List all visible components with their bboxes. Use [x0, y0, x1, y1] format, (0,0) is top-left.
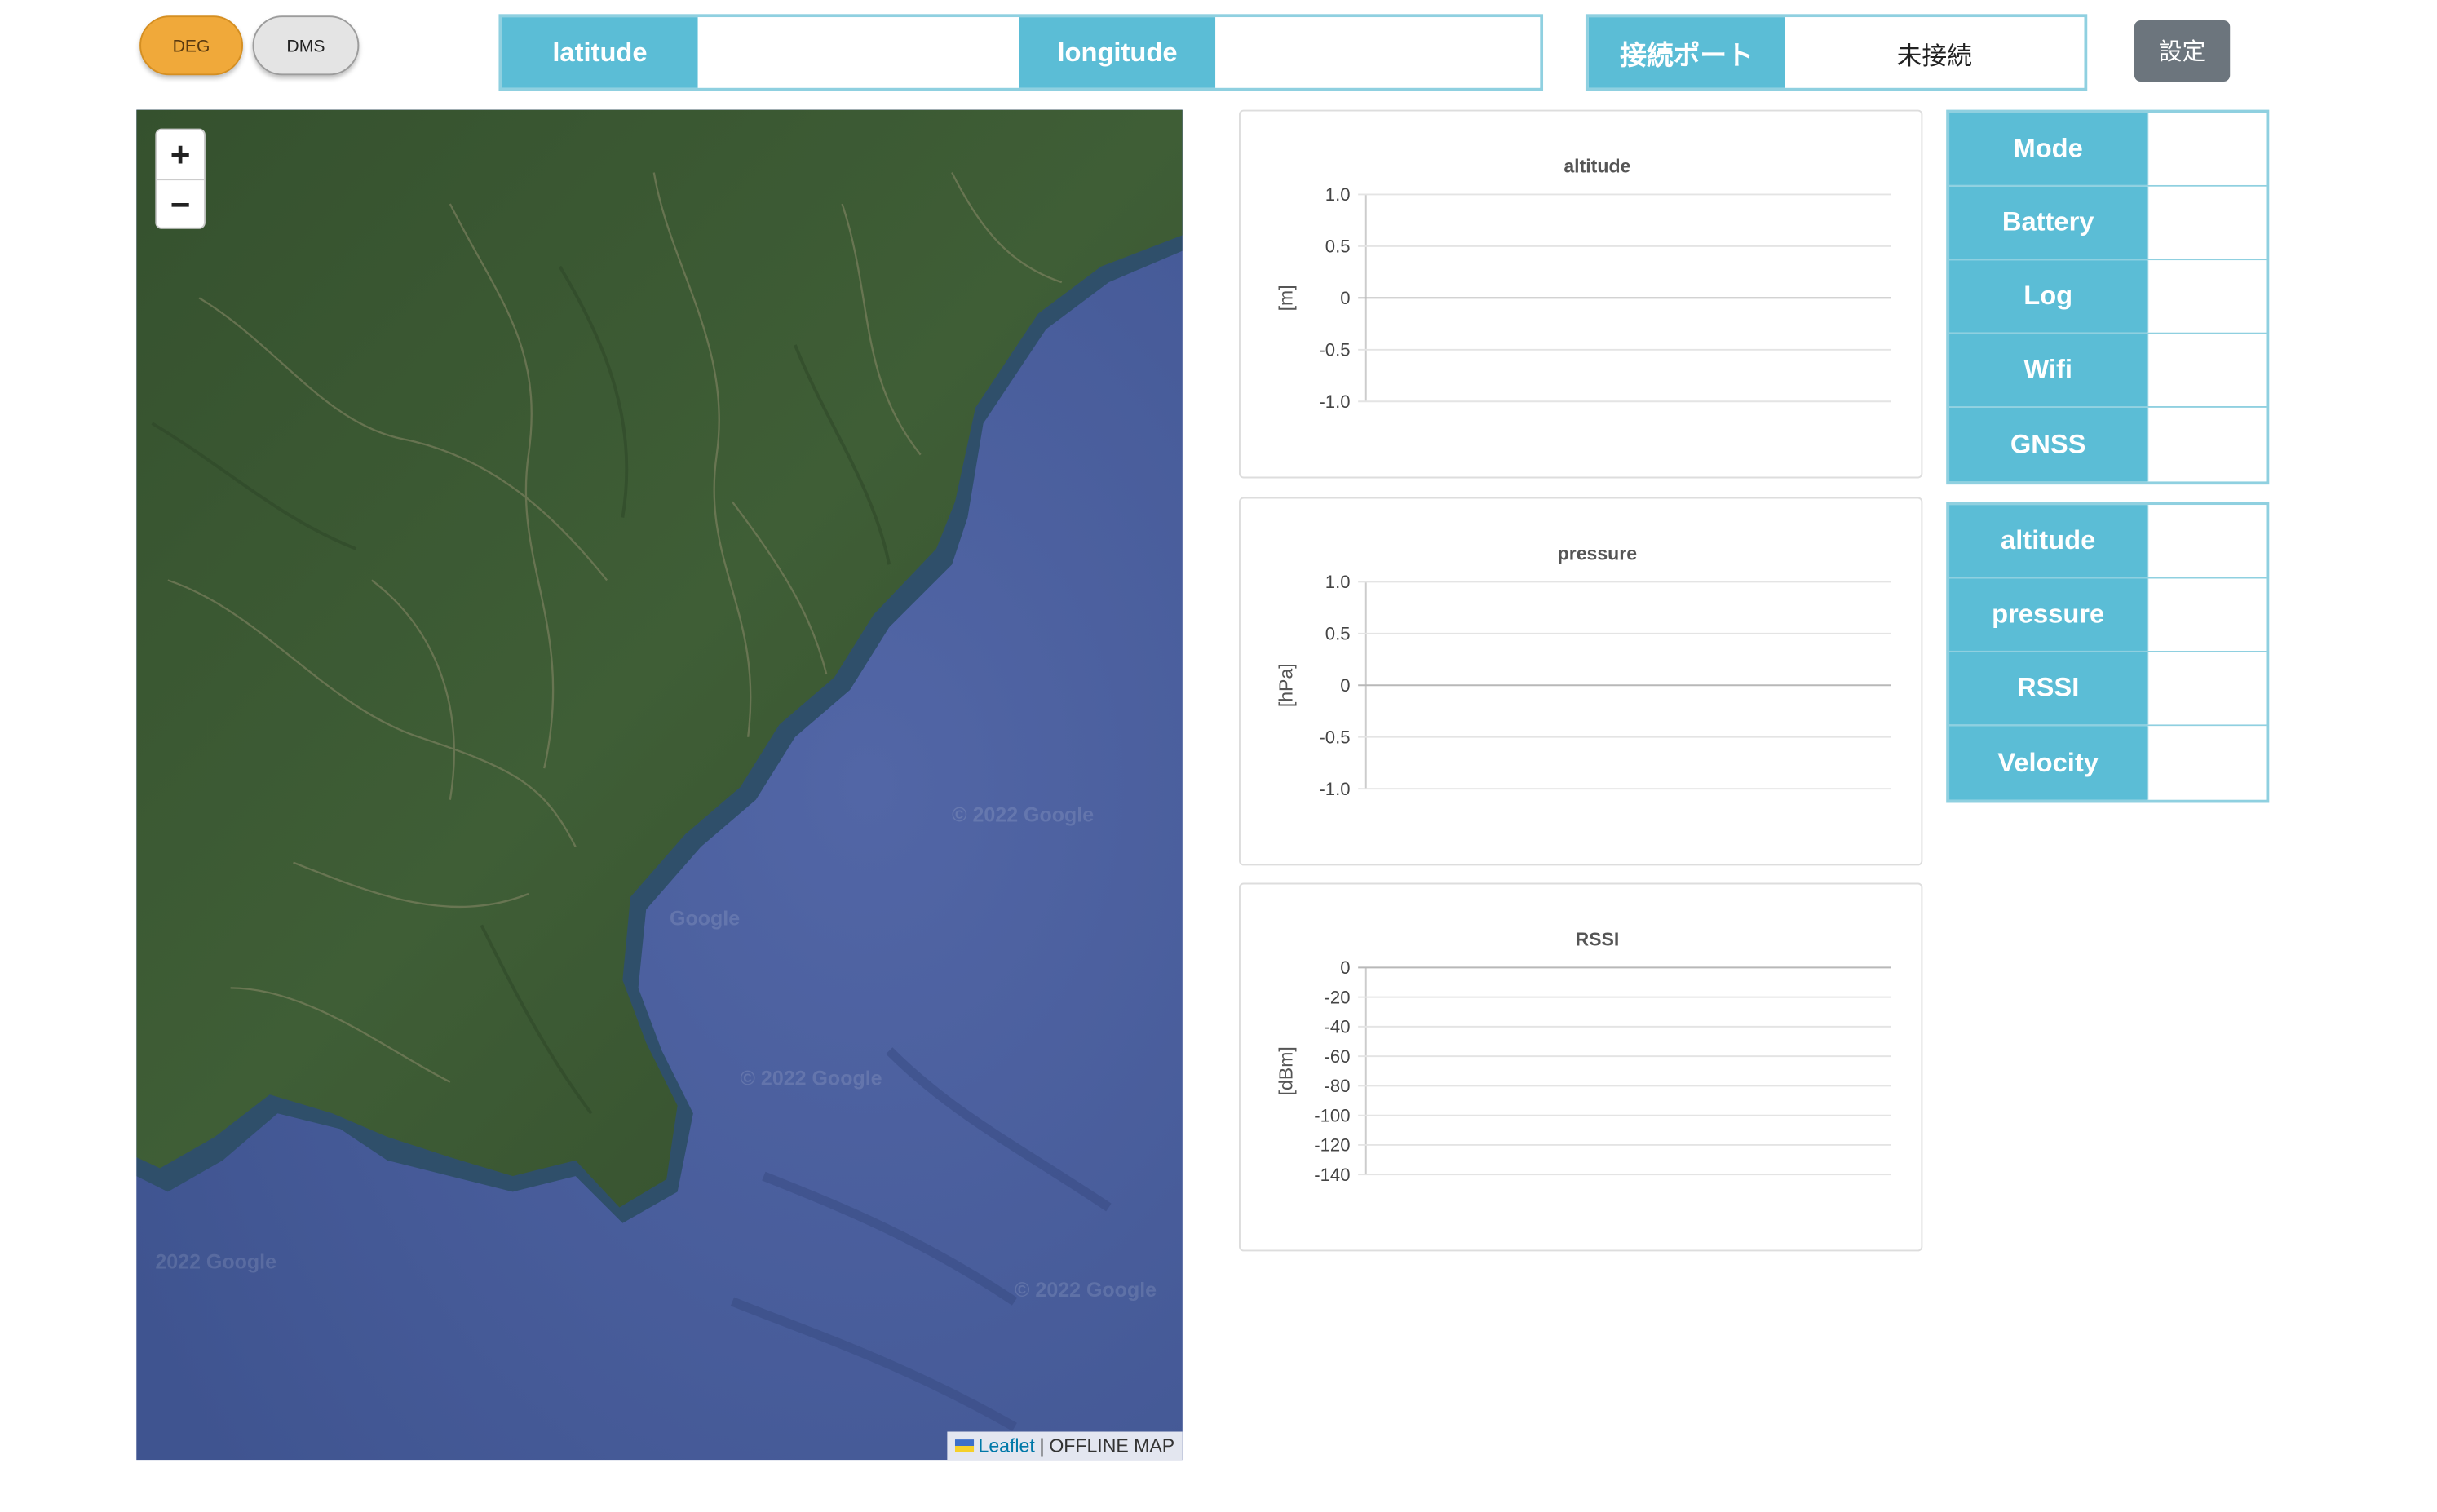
ukraine-flag-icon — [954, 1439, 974, 1452]
status-table: Mode Battery Log Wifi GNSS — [1946, 109, 2270, 485]
chart-y-tick-label: -140 — [1314, 1165, 1350, 1185]
satellite-map[interactable]: © 2022 Google Google © 2022 Google 2022 … — [136, 109, 1183, 1461]
map-watermark: Google — [670, 906, 741, 931]
chart-y-tick-label: -60 — [1325, 1046, 1351, 1067]
settings-button[interactable]: 設定 — [2134, 20, 2231, 82]
chart-y-tick-label: -40 — [1325, 1017, 1351, 1037]
dms-toggle-button[interactable]: DMS — [252, 15, 360, 76]
map-watermark: © 2022 Google — [1015, 1278, 1157, 1302]
attribution-separator: | — [1039, 1435, 1045, 1457]
status-label: Wifi — [1949, 334, 2147, 407]
altitude-chart: altitude [m] 1.0 0.5 0 -0.5 -1.0 — [1239, 109, 1923, 479]
zoom-control: + − — [155, 128, 206, 229]
telemetry-value — [2147, 726, 2267, 800]
status-value — [2147, 407, 2267, 482]
chart-title: RSSI — [1575, 928, 1619, 949]
telemetry-row-pressure: pressure — [1949, 578, 2267, 652]
telemetry-value — [2147, 652, 2267, 725]
coordinate-panel: latitude longitude — [498, 14, 1544, 91]
chart-y-axis-label: [dBm] — [1275, 1046, 1296, 1095]
status-row-wifi: Wifi — [1949, 334, 2267, 408]
chart-y-tick-label: 0.5 — [1325, 624, 1351, 644]
chart-title: pressure — [1558, 542, 1638, 564]
pressure-chart: pressure [hPa] 1.0 0.5 0 -0.5 -1.0 — [1239, 497, 1923, 866]
attribution-text: OFFLINE MAP — [1049, 1435, 1175, 1457]
chart-y-tick-label: -1.0 — [1319, 779, 1350, 799]
chart-y-tick-label: 1.0 — [1325, 184, 1351, 205]
status-row-gnss: GNSS — [1949, 407, 2267, 482]
longitude-value — [1215, 17, 1541, 88]
port-panel[interactable]: 接続ポート 未接続 — [1585, 14, 2088, 91]
telemetry-label: Velocity — [1949, 726, 2147, 800]
telemetry-value — [2147, 578, 2267, 651]
status-label: Mode — [1949, 113, 2147, 185]
telemetry-label: altitude — [1949, 505, 2147, 577]
chart-title: altitude — [1563, 156, 1630, 177]
map-watermark: © 2022 Google — [740, 1066, 882, 1090]
telemetry-row-altitude: altitude — [1949, 505, 2267, 579]
chart-y-tick-label: -20 — [1325, 987, 1351, 1007]
chart-y-tick-label: 1.0 — [1325, 572, 1351, 592]
longitude-label: longitude — [1019, 17, 1216, 88]
telemetry-row-rssi: RSSI — [1949, 652, 2267, 727]
chart-y-tick-label: -0.5 — [1319, 339, 1350, 360]
chart-y-tick-label: -0.5 — [1319, 727, 1350, 747]
telemetry-table: altitude pressure RSSI Velocity — [1946, 502, 2270, 803]
app-root: DEG DMS latitude longitude 接続ポート 未接続 設定 — [0, 0, 2437, 1512]
chart-y-tick-label: -120 — [1314, 1135, 1350, 1156]
chart-y-tick-label: -80 — [1325, 1076, 1351, 1096]
status-row-log: Log — [1949, 260, 2267, 334]
port-status: 未接続 — [1785, 17, 2085, 88]
pressure-chart-svg: pressure [hPa] 1.0 0.5 0 -0.5 -1.0 — [1275, 542, 1891, 799]
status-row-battery: Battery — [1949, 186, 2267, 261]
altitude-chart-svg: altitude [m] 1.0 0.5 0 -0.5 -1.0 — [1275, 156, 1891, 412]
chart-y-tick-label: 0.5 — [1325, 237, 1351, 257]
rssi-chart-svg: RSSI [dBm] 0 -20 -40 -60 -80 -100 -120 -140 — [1275, 928, 1891, 1185]
map-attribution: Leaflet | OFFLINE MAP — [947, 1431, 1183, 1461]
zoom-in-button[interactable]: + — [157, 130, 204, 181]
latitude-value — [697, 17, 1019, 88]
telemetry-value — [2147, 505, 2267, 577]
chart-y-tick-label: 0 — [1340, 675, 1350, 696]
rssi-chart: RSSI [dBm] 0 -20 -40 -60 -80 -100 -120 -140 — [1239, 882, 1923, 1252]
chart-y-tick-label: 0 — [1340, 957, 1350, 978]
map-imagery — [136, 109, 1183, 1461]
map-watermark: © 2022 Google — [952, 802, 1095, 827]
port-label: 接続ポート — [1588, 17, 1785, 88]
telemetry-row-velocity: Velocity — [1949, 726, 2267, 800]
leaflet-link[interactable]: Leaflet — [978, 1435, 1034, 1457]
status-value — [2147, 334, 2267, 407]
chart-y-tick-label: -1.0 — [1319, 391, 1350, 412]
status-label: Battery — [1949, 186, 2147, 259]
status-value — [2147, 113, 2267, 185]
status-value — [2147, 186, 2267, 259]
map-watermark: 2022 Google — [155, 1249, 277, 1274]
chart-y-tick-label: 0 — [1340, 288, 1350, 308]
deg-toggle-button[interactable]: DEG — [139, 15, 244, 76]
status-label: GNSS — [1949, 407, 2147, 482]
chart-y-tick-label: -100 — [1314, 1105, 1350, 1125]
zoom-out-button[interactable]: − — [157, 180, 204, 229]
status-row-mode: Mode — [1949, 113, 2267, 187]
telemetry-label: pressure — [1949, 578, 2147, 651]
chart-y-axis-label: [m] — [1275, 285, 1296, 311]
latitude-label: latitude — [502, 17, 698, 88]
status-value — [2147, 260, 2267, 333]
chart-y-axis-label: [hPa] — [1275, 663, 1296, 707]
telemetry-label: RSSI — [1949, 652, 2147, 725]
status-label: Log — [1949, 260, 2147, 333]
